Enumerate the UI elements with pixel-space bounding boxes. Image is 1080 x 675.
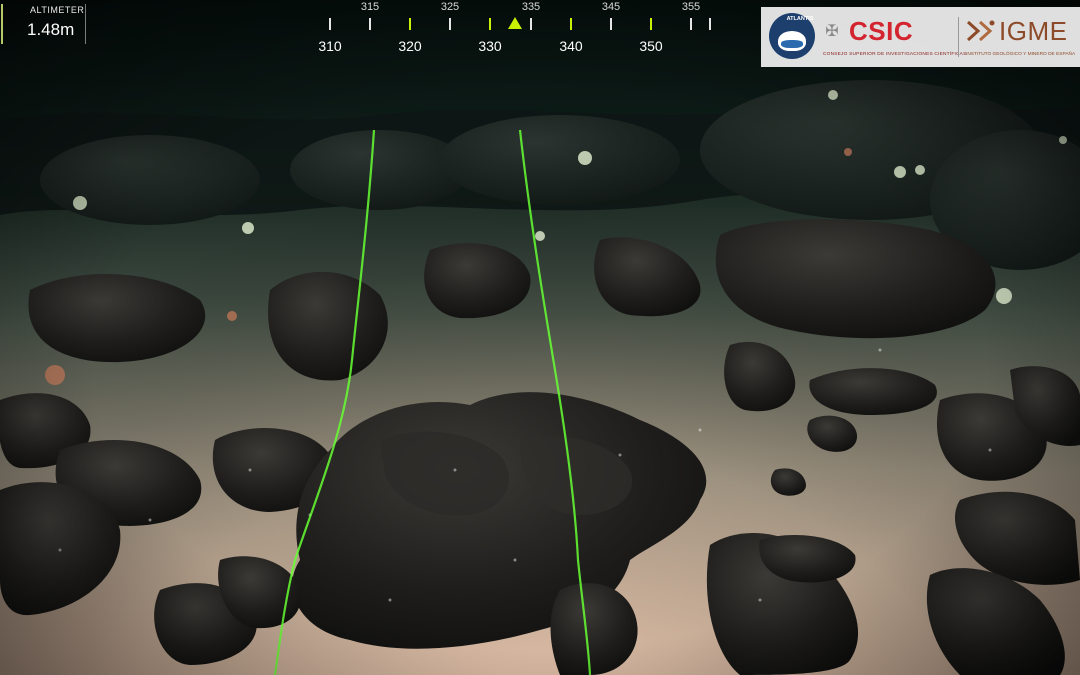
atlantis-emblem-wave xyxy=(781,40,803,48)
compass-heading-strip: 315 325 335 345 355 310 320 330 340 350 xyxy=(318,0,713,58)
atlantis-emblem-icon: ATLANTIS xyxy=(769,13,815,59)
compass-tick xyxy=(650,18,652,30)
compass-tick xyxy=(610,18,612,30)
compass-upper-label: 315 xyxy=(360,1,380,13)
seafloor-scene xyxy=(0,0,1080,675)
compass-lower-label: 350 xyxy=(639,38,663,54)
compass-lower-label: 340 xyxy=(559,38,583,54)
logo-divider xyxy=(958,17,959,57)
altimeter-label: ALTIMETER xyxy=(30,5,85,15)
csic-crest-icon: ✠ xyxy=(825,23,839,40)
institution-logos: ATLANTIS ✠ CSIC CONSEJO SUPERIOR DE INVE… xyxy=(761,7,1080,67)
compass-upper-label: 345 xyxy=(601,1,621,13)
csic-logo-subtitle: CONSEJO SUPERIOR DE INVESTIGACIONES CIEN… xyxy=(823,52,967,57)
compass-track: 315 325 335 345 355 310 320 330 340 350 xyxy=(318,0,713,58)
compass-upper-label: 335 xyxy=(521,1,541,13)
rov-camera-frame: ALTIMETER 1.48m 315 325 335 345 355 310 … xyxy=(0,0,1080,675)
altimeter-bar xyxy=(1,4,3,44)
compass-tick xyxy=(570,18,572,30)
igme-logo-subtitle: INSTITUTO GEOLÓGICO Y MINERO DE ESPAÑA xyxy=(966,52,1076,57)
csic-logo-title: CSIC xyxy=(849,16,914,46)
compass-tick xyxy=(449,18,451,30)
compass-tick xyxy=(329,18,331,30)
compass-tick xyxy=(690,18,692,30)
altimeter-value: 1.48m xyxy=(27,20,75,39)
compass-lower-label: 310 xyxy=(318,38,342,54)
compass-upper-label: 325 xyxy=(440,1,460,13)
igme-mark-icon xyxy=(966,20,995,42)
altimeter-readout: ALTIMETER 1.48m xyxy=(0,0,88,46)
igme-logo-title: IGME xyxy=(999,16,1068,46)
compass-tick xyxy=(369,18,371,30)
compass-tick xyxy=(409,18,411,30)
compass-lower-label: 320 xyxy=(398,38,422,54)
altimeter-divider xyxy=(85,4,86,44)
compass-tick xyxy=(489,18,491,30)
heading-marker-icon xyxy=(508,17,522,29)
atlantis-logo-text: ATLANTIS xyxy=(786,16,814,22)
compass-tick xyxy=(530,18,532,30)
compass-lower-label: 330 xyxy=(478,38,502,54)
compass-tick xyxy=(709,18,711,30)
compass-upper-label: 355 xyxy=(681,1,701,13)
